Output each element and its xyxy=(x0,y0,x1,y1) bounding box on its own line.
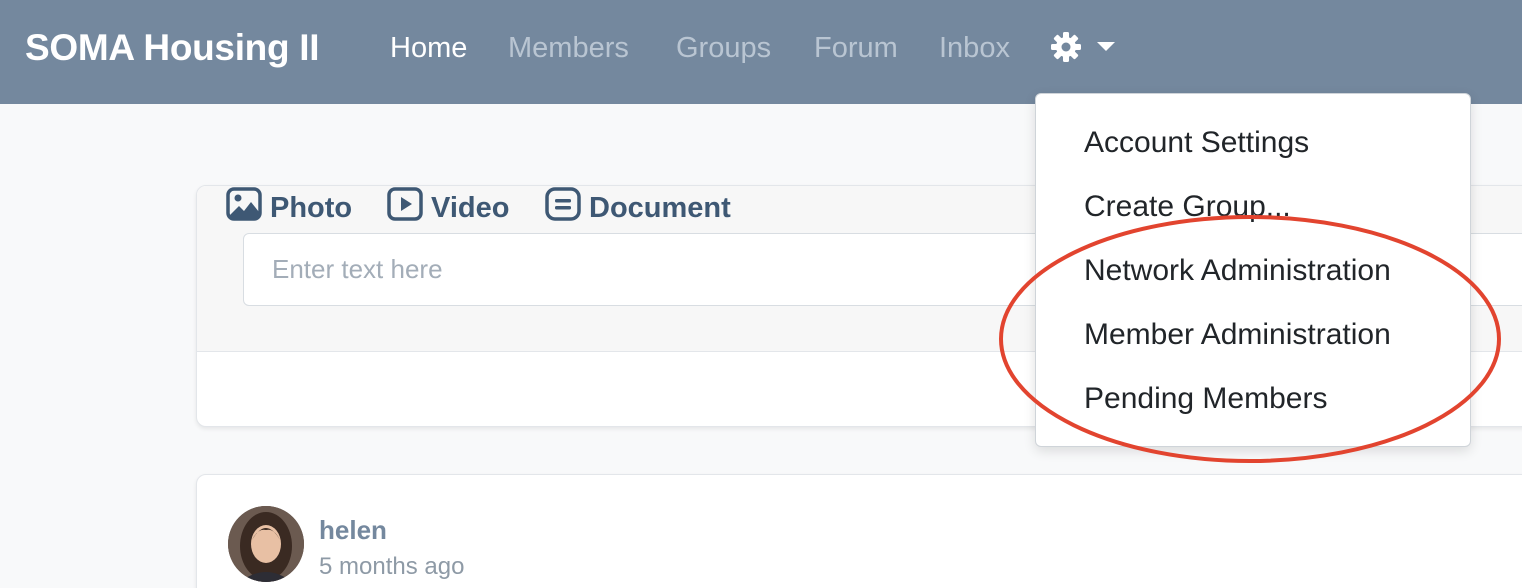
video-button[interactable]: Video xyxy=(387,186,509,230)
photo-label: Photo xyxy=(270,191,353,224)
video-label: Video xyxy=(431,191,510,224)
post-card: helen 5 months ago xyxy=(196,474,1522,588)
nav-link-forum[interactable]: Forum xyxy=(814,32,898,65)
nav-link-members[interactable]: Members xyxy=(508,32,629,65)
gear-icon[interactable] xyxy=(1050,31,1082,63)
menu-item-account-settings[interactable]: Account Settings xyxy=(1084,126,1309,160)
document-icon xyxy=(545,186,589,230)
nav-link-inbox[interactable]: Inbox xyxy=(939,32,1010,65)
video-icon xyxy=(387,186,431,230)
photo-icon xyxy=(226,186,270,230)
avatar[interactable] xyxy=(228,506,304,582)
brand-title[interactable]: SOMA Housing II xyxy=(25,27,320,69)
post-timestamp: 5 months ago xyxy=(319,553,465,580)
menu-item-create-group[interactable]: Create Group... xyxy=(1084,190,1291,224)
photo-button[interactable]: Photo xyxy=(226,186,352,230)
nav-link-home[interactable]: Home xyxy=(390,32,467,65)
settings-dropdown-menu: Account Settings Create Group... Network… xyxy=(1035,93,1471,447)
menu-item-pending-members[interactable]: Pending Members xyxy=(1084,382,1327,416)
document-button[interactable]: Document xyxy=(545,186,731,230)
menu-item-member-administration[interactable]: Member Administration xyxy=(1084,318,1391,352)
menu-item-network-administration[interactable]: Network Administration xyxy=(1084,254,1391,288)
top-navbar: SOMA Housing II Home Members Groups Foru… xyxy=(0,0,1522,104)
document-label: Document xyxy=(589,191,731,224)
post-author[interactable]: helen xyxy=(319,515,387,546)
nav-link-groups[interactable]: Groups xyxy=(676,32,771,65)
caret-down-icon[interactable] xyxy=(1097,42,1115,51)
